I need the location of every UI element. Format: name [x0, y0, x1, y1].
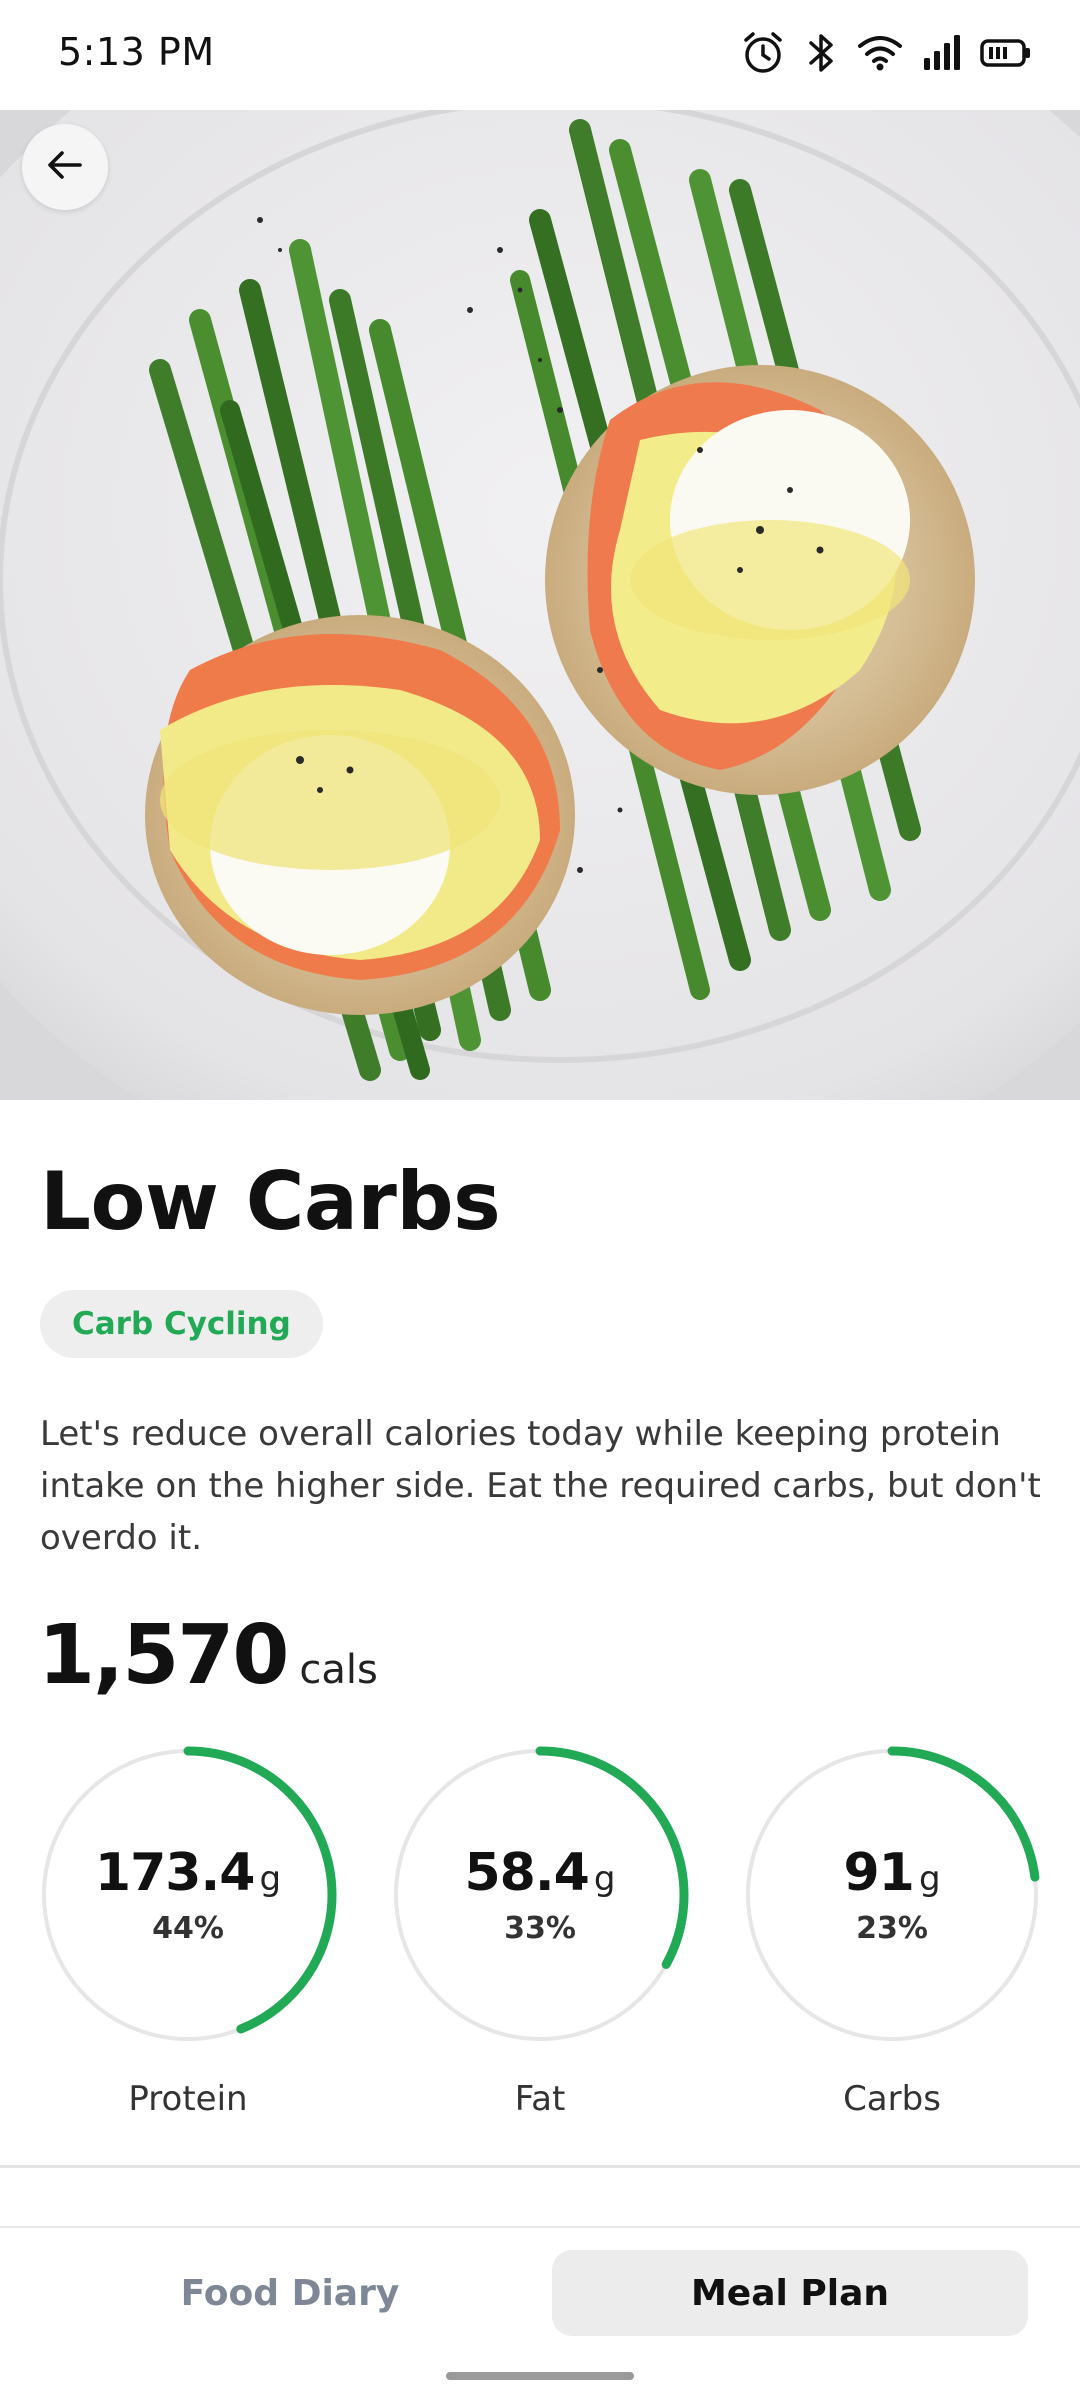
back-button[interactable] [22, 124, 108, 210]
macro-value: 91 [843, 1843, 914, 1903]
macro-unit: g [593, 1859, 616, 1899]
signal-icon [922, 30, 962, 76]
calories-summary: 1,570 cals [38, 1608, 378, 1703]
status-bar: 5:13 PM [0, 0, 1080, 110]
macro-ring: 58.4 g 33% [390, 1745, 690, 2045]
hero-image [0, 110, 1080, 1100]
macro-percent: 23% [856, 1911, 928, 1946]
battery-icon [980, 30, 1032, 76]
calories-unit: cals [299, 1647, 378, 1693]
macro-unit: g [259, 1859, 282, 1899]
status-icons [740, 30, 1032, 76]
macro-carbs: 91 g 23% Carbs [742, 1745, 1042, 2119]
wifi-icon [856, 30, 904, 76]
macro-unit: g [918, 1859, 941, 1899]
macro-fat: 58.4 g 33% Fat [390, 1745, 690, 2119]
meal-description: Let's reduce overall calories today whil… [40, 1414, 1041, 1558]
macro-ring: 173.4 g 44% [38, 1745, 338, 2045]
alarm-icon [740, 30, 786, 76]
macro-value: 173.4 [94, 1843, 255, 1903]
arrow-left-icon [42, 142, 88, 192]
macro-label: Protein [128, 2079, 248, 2119]
macro-label: Fat [514, 2079, 566, 2119]
tab-food-diary[interactable]: Food Diary [110, 2250, 470, 2336]
calories-value: 1,570 [38, 1608, 289, 1703]
bottom-tab-bar: Food Diary Meal Plan [0, 2226, 1080, 2400]
macro-value: 58.4 [464, 1843, 590, 1903]
section-divider [0, 2165, 1080, 2168]
diet-tag: Carb Cycling [40, 1290, 323, 1358]
home-indicator[interactable] [446, 2372, 634, 2380]
macro-ring: 91 g 23% [742, 1745, 1042, 2045]
macro-percent: 44% [152, 1911, 224, 1946]
tab-meal-plan[interactable]: Meal Plan [552, 2250, 1028, 2336]
page-title: Low Carbs [40, 1155, 501, 1248]
status-time: 5:13 PM [58, 30, 215, 74]
bluetooth-icon [804, 30, 838, 76]
macro-label: Carbs [843, 2079, 941, 2119]
macro-percent: 33% [504, 1911, 576, 1946]
macro-protein: 173.4 g 44% Protein [38, 1745, 338, 2119]
